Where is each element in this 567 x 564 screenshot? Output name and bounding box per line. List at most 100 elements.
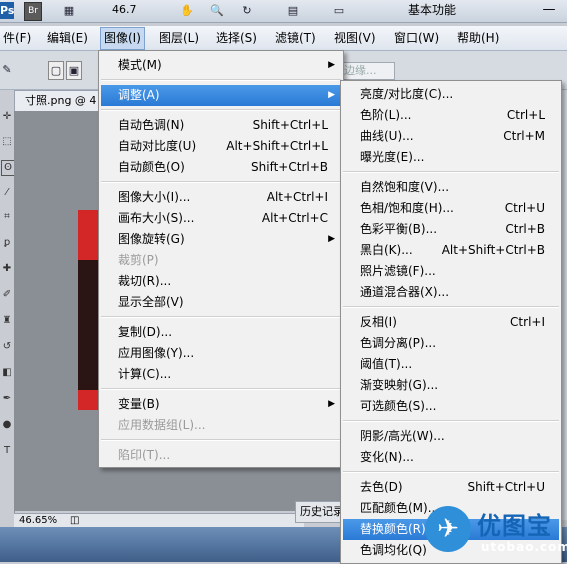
view-extras-icon[interactable]: ▦ [60,2,78,19]
adjust_menu-item[interactable]: 去色(D) Shift+Ctrl+U [343,477,559,498]
arrange-documents-icon[interactable]: ▤ [284,2,302,19]
application-bar: Ps Br ▦ 46.7 ✋ 🔍 ↻ ▤ ▭ 基本功能 — [0,0,567,23]
image_menu-item-label: 画布大小(S)... [118,211,195,225]
zoom-percent[interactable]: 46.65% [19,514,57,528]
image_menu-item-label: 陷印(T)... [118,448,171,462]
brush-tool-icon[interactable]: ✐ [1,288,13,302]
image-menu-dropdown: 模式(M) ▶ 调整(A) ▶ 自动色调(N) Shift+Ctrl+L 自动对比度(U) A… [98,50,344,468]
rotate-view-icon[interactable]: ↻ [238,2,256,19]
adjust_menu-item[interactable]: 色调分离(P)... [343,333,559,354]
image_menu-item[interactable]: 自动色调(N) Shift+Ctrl+L [101,115,341,136]
pen-tool-icon[interactable]: ✒ [1,392,13,406]
refine-edge-button[interactable]: 边缘... [340,62,395,80]
submenu-arrow-icon: ▶ [328,234,335,244]
clone-stamp-icon[interactable]: ♜ [1,314,13,328]
menu-window[interactable]: 窗口(W) [391,26,442,50]
history-brush-icon[interactable]: ↺ [1,340,13,354]
type-tool-icon[interactable]: T [1,444,13,458]
adjust_menu-item-shortcut: Shift+Ctrl+U [467,480,545,494]
menu-edit[interactable]: 编辑(E) [44,26,91,50]
image_menu-item-shortcut: Alt+Shift+Ctrl+L [226,139,328,153]
eraser-tool-icon[interactable]: ◧ [1,366,13,380]
bridge-button[interactable]: Br [24,2,42,21]
crop-tool-icon[interactable]: ⌗ [1,210,13,224]
adjust_menu-item[interactable]: 色相/饱和度(H)... Ctrl+U [343,198,559,219]
adjust_menu-item[interactable]: 亮度/对比度(C)... [343,84,559,105]
menu-separator [101,316,341,318]
adjust_menu-item-label: 反相(I) [360,315,397,329]
menu-separator [101,439,341,441]
image_menu-item[interactable]: 裁切(R)... [101,271,341,292]
dodge-tool-icon[interactable]: ● [1,418,13,432]
lasso-tool-icon[interactable]: ʘ [1,160,15,176]
minimize-button[interactable]: — [535,0,563,20]
status-info-icon[interactable]: ◫ [70,514,79,528]
image_menu-item[interactable]: 画布大小(S)... Alt+Ctrl+C [101,208,341,229]
image_menu-item[interactable]: 图像旋转(G) ▶ [101,229,341,250]
menu-filter[interactable]: 滤镜(T) [272,26,319,50]
adjust_menu-item[interactable]: 阴影/高光(W)... [343,426,559,447]
image_menu-item[interactable]: 变量(B) ▶ [101,394,341,415]
image_menu-item[interactable]: 应用图像(Y)... [101,343,341,364]
adjust_menu-item[interactable]: 渐变映射(G)... [343,375,559,396]
adjust_menu-item[interactable]: 色阶(L)... Ctrl+L [343,105,559,126]
adjust_menu-item-label: 色调分离(P)... [360,336,437,350]
image_menu-item[interactable]: 显示全部(V) [101,292,341,313]
menu-bar: 件(F) 编辑(E) 图像(I) 图层(L) 选择(S) 滤镜(T) 视图(V)… [0,26,567,51]
image_menu-item-label: 图像大小(I)... [118,190,191,204]
zoom-level-field[interactable]: 46.7 [112,3,137,16]
adjust_menu-item[interactable]: 通道混合器(X)... [343,282,559,303]
menu-help[interactable]: 帮助(H) [454,26,502,50]
screen-mode-icon[interactable]: ▭ [330,2,348,19]
workspace-switcher[interactable]: 基本功能 [408,2,478,18]
adjust_menu-item[interactable]: 曝光度(E)... [343,147,559,168]
adjust_menu-item[interactable]: 曲线(U)... Ctrl+M [343,126,559,147]
menu-image[interactable]: 图像(I) [100,27,145,50]
image_menu-item-shortcut: Alt+Ctrl+C [261,211,328,225]
image_menu-item[interactable]: 复制(D)... [101,322,341,343]
eyedropper-icon[interactable]: ꝑ [1,236,13,250]
adjust_menu-item[interactable]: 可选颜色(S)... [343,396,559,417]
hand-tool-icon[interactable]: ✋ [178,2,196,19]
menu-file[interactable]: 件(F) [0,26,34,50]
adjust_menu-item[interactable]: 阈值(T)... [343,354,559,375]
adjust_menu-item[interactable]: 反相(I) Ctrl+I [343,312,559,333]
adjust_menu-item[interactable]: 色彩平衡(B)... Ctrl+B [343,219,559,240]
image_menu-item[interactable]: 模式(M) ▶ [101,55,341,76]
adjust_menu-item-label: 黑白(K)... [360,243,413,257]
menu-select[interactable]: 选择(S) [213,26,260,50]
adjust_menu-item-shortcut: Ctrl+U [504,201,545,215]
image_menu-item[interactable]: 调整(A) ▶ [101,85,341,106]
adjust_menu-item-shortcut: Alt+Shift+Ctrl+B [441,243,545,257]
adjust_menu-item-shortcut: Ctrl+I [510,315,545,329]
add-selection-icon[interactable]: ▣ [66,61,82,80]
adjustments-submenu: 亮度/对比度(C)... 色阶(L)... Ctrl+L 曲线(U)... Ctrl+M… [340,80,562,564]
image_menu-item: 裁剪(P) [101,250,341,271]
adjust_menu-item[interactable]: 照片滤镜(F)... [343,261,559,282]
menu-separator [101,79,341,81]
menu-view[interactable]: 视图(V) [331,26,379,50]
marquee-tool-icon[interactable]: ⬚ [1,135,13,149]
adjust_menu-item[interactable]: 变化(N)... [343,447,559,468]
new-selection-icon[interactable]: ▢ [48,61,64,80]
healing-brush-icon[interactable]: ✚ [1,262,13,276]
adjust_menu-item-label: 通道混合器(X)... [360,285,450,299]
adjust_menu-item-shortcut: Ctrl+B [505,222,545,236]
image_menu-item[interactable]: 计算(C)... [101,364,341,385]
image_menu-item[interactable]: 图像大小(I)... Alt+Ctrl+I [101,187,341,208]
adjust_menu-item-label: 照片滤镜(F)... [360,264,436,278]
zoom-tool-icon[interactable]: 🔍 [208,2,226,19]
quick-selection-icon[interactable]: ⁄ [1,186,13,200]
image_menu-item[interactable]: 自动颜色(O) Shift+Ctrl+B [101,157,341,178]
move-tool-icon[interactable]: ✛ [1,110,13,124]
adjust_menu-item[interactable]: 自然饱和度(V)... [343,177,559,198]
watermark-cn: 优图宝 [477,512,552,540]
menu-layer[interactable]: 图层(L) [156,26,202,50]
adjust_menu-item-shortcut: Ctrl+L [506,108,545,122]
photo-subject [78,260,100,390]
menu-separator [101,388,341,390]
adjust_menu-item[interactable]: 黑白(K)... Alt+Shift+Ctrl+B [343,240,559,261]
adjust_menu-item-label: 可选颜色(S)... [360,399,437,413]
tool-preset-icon[interactable]: ✎ [0,61,14,78]
image_menu-item[interactable]: 自动对比度(U) Alt+Shift+Ctrl+L [101,136,341,157]
